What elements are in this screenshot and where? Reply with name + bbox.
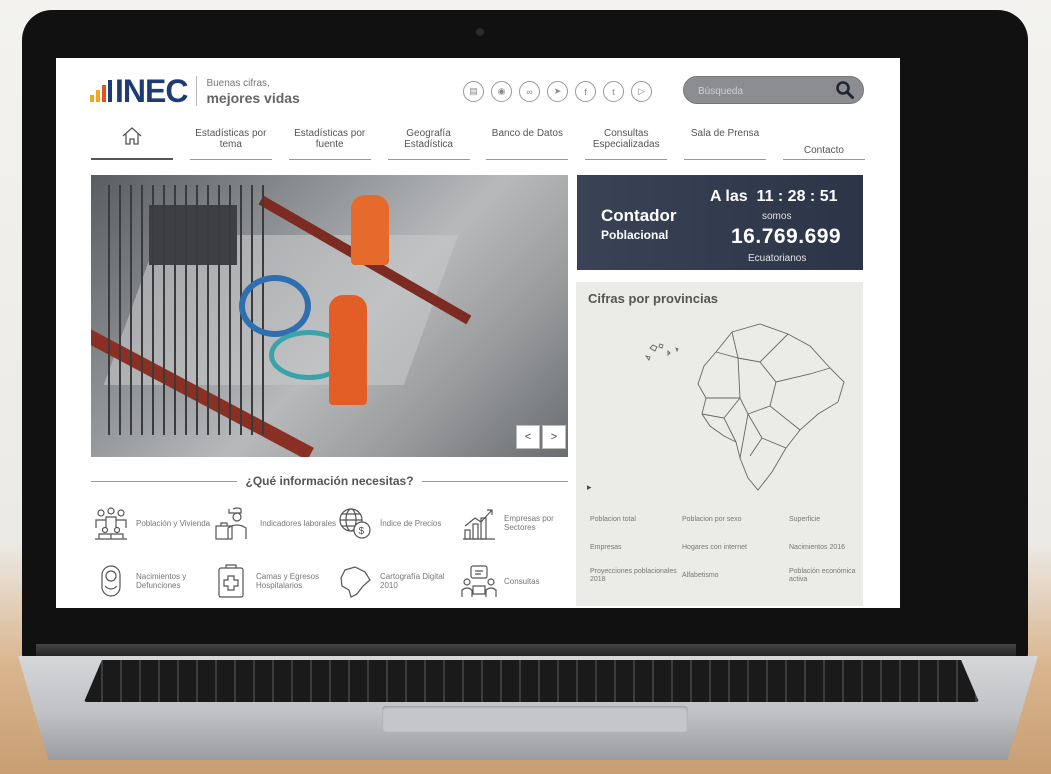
stat-link-nacimientos-2016[interactable]: Nacimientos 2016 [789,538,856,558]
twitter-icon[interactable]: t [603,81,624,102]
telegram-icon[interactable]: ➤ [547,81,568,102]
province-stats-links: Poblacion total Poblacion por sexo Super… [590,510,856,586]
category-nacimientos-defunciones[interactable]: Nacimientos y Defunciones [93,562,213,600]
stat-link-empresas[interactable]: Empresas [590,538,682,558]
nav-consultas-especializadas[interactable]: Consultas Especializadas [585,124,668,160]
category-label: Empresas por Sectores [504,514,554,532]
carousel-next-button[interactable]: > [542,425,566,449]
info-categories: Población y Vivienda Indicadores laboral… [93,504,573,600]
logo-text: INEC [115,73,188,109]
category-indicadores-laborales[interactable]: Indicadores laborales [213,504,337,542]
category-indice-precios[interactable]: $ Índice de Precios [337,504,461,542]
counter-suffix: Ecuatorianos [748,253,807,264]
category-label: Consultas [504,576,540,586]
population-counter: Contador Poblacional A las 11 : 28 : 51 … [577,175,863,270]
nav-estadisticas-por-fuente[interactable]: Estadísticas por fuente [288,124,371,160]
category-label: Nacimientos y Defunciones [136,572,187,590]
nav-sala-de-prensa[interactable]: Sala de Prensa [684,124,767,160]
nav-home[interactable] [91,124,173,160]
counter-time-line: A las 11 : 28 : 51 [710,188,838,206]
nav-banco-de-datos[interactable]: Banco de Datos [486,124,569,160]
category-label: Población y Vivienda [136,518,211,528]
trackpad [382,706,688,732]
stat-link-proyecciones[interactable]: Proyecciones poblacionales 2018 [590,566,682,586]
flickr-icon[interactable]: ∞ [519,81,540,102]
population-icon [95,507,127,540]
counter-population: 16.769.699 [731,225,842,248]
counter-somos: somos [762,211,792,222]
rss-icon[interactable]: ▤ [463,81,484,102]
carousel-prev-button[interactable]: < [516,425,540,449]
counter-time-prefix: A las [710,188,748,205]
stat-link-hogares-internet[interactable]: Hogares con internet [682,538,789,558]
hero-carousel-image[interactable]: < > [91,175,568,457]
provinces-title: Cifras por provincias [588,291,719,306]
baby-icon [101,565,121,597]
keyboard [84,660,979,702]
hero-cable [239,275,311,337]
category-label: Cartografía Digital 2010 [380,572,445,590]
youtube-icon[interactable]: ▷ [631,81,652,102]
price-globe-icon: $ [339,508,371,539]
category-camas-egresos[interactable]: Camas y Egresos Hospitalarios [213,562,337,600]
stat-link-pea[interactable]: Población económica activa [789,566,856,586]
nav-estadisticas-por-tema[interactable]: Estadísticas por tema [189,124,272,160]
stat-link-poblacion-por-sexo[interactable]: Poblacion por sexo [682,510,789,530]
search-input[interactable] [696,81,830,101]
camera [476,28,484,36]
divider-line [421,480,569,482]
play-icon[interactable]: ▸ [587,482,592,493]
divider-line [91,480,238,482]
screen: INEC Buenas cifras, mejores vidas ▤ ◉ ∞ … [56,58,900,608]
tagline-line2: mejores vidas [206,90,300,106]
category-cartografia-digital[interactable]: Cartografía Digital 2010 [337,562,461,600]
svg-text:$: $ [359,526,365,537]
nav-contacto[interactable]: Contacto [782,124,865,160]
counter-subtitle: Poblacional [601,228,669,242]
counter-time: 11 : 28 : 51 [756,188,838,205]
stat-link-superficie[interactable]: Superficie [789,510,856,530]
worker-icon [215,507,247,540]
nav-geografia-estadistica[interactable]: Geografía Estadística [387,124,470,160]
inec-logo[interactable]: INEC Buenas cifras, mejores vidas [90,73,300,109]
hero-worker [351,195,389,265]
provinces-panel: Cifras por provincias ▸ Poblacion total … [576,282,863,606]
social-links: ▤ ◉ ∞ ➤ f t ▷ [463,81,652,102]
growth-chart-icon [463,509,495,540]
category-label: Indicadores laborales [260,518,337,528]
facebook-icon[interactable]: f [575,81,596,102]
category-empresas-sectores[interactable]: Empresas por Sectores [461,504,573,542]
hospital-clipboard-icon [218,564,244,598]
info-title: ¿Qué información necesitas? [245,474,414,488]
ecuador-map-icon[interactable] [640,318,850,496]
hero-worker [329,295,367,405]
home-icon [122,127,142,145]
category-label: Camas y Egresos Hospitalarios [256,572,320,590]
category-consultas[interactable]: Consultas [461,562,573,600]
info-section-header: ¿Qué información necesitas? [91,474,569,488]
main-nav: Estadísticas por tema Estadísticas por f… [91,124,865,160]
podcast-icon[interactable]: ◉ [491,81,512,102]
stat-link-alfabetismo[interactable]: Alfabetismo [682,566,789,586]
counter-title: Contador [601,206,677,225]
search-box [683,76,864,104]
tagline-line1: Buenas cifras, [206,78,270,89]
stat-link-poblacion-total[interactable]: Poblacion total [590,510,682,530]
search-icon[interactable] [835,80,855,100]
category-poblacion-vivienda[interactable]: Población y Vivienda [93,504,213,542]
consult-icon [461,565,497,597]
logo-divider [196,76,198,106]
category-label: Índice de Precios [380,518,442,528]
map-outline-icon [340,566,371,598]
logo-bars-icon [90,80,112,102]
tagline: Buenas cifras, mejores vidas [206,76,299,106]
